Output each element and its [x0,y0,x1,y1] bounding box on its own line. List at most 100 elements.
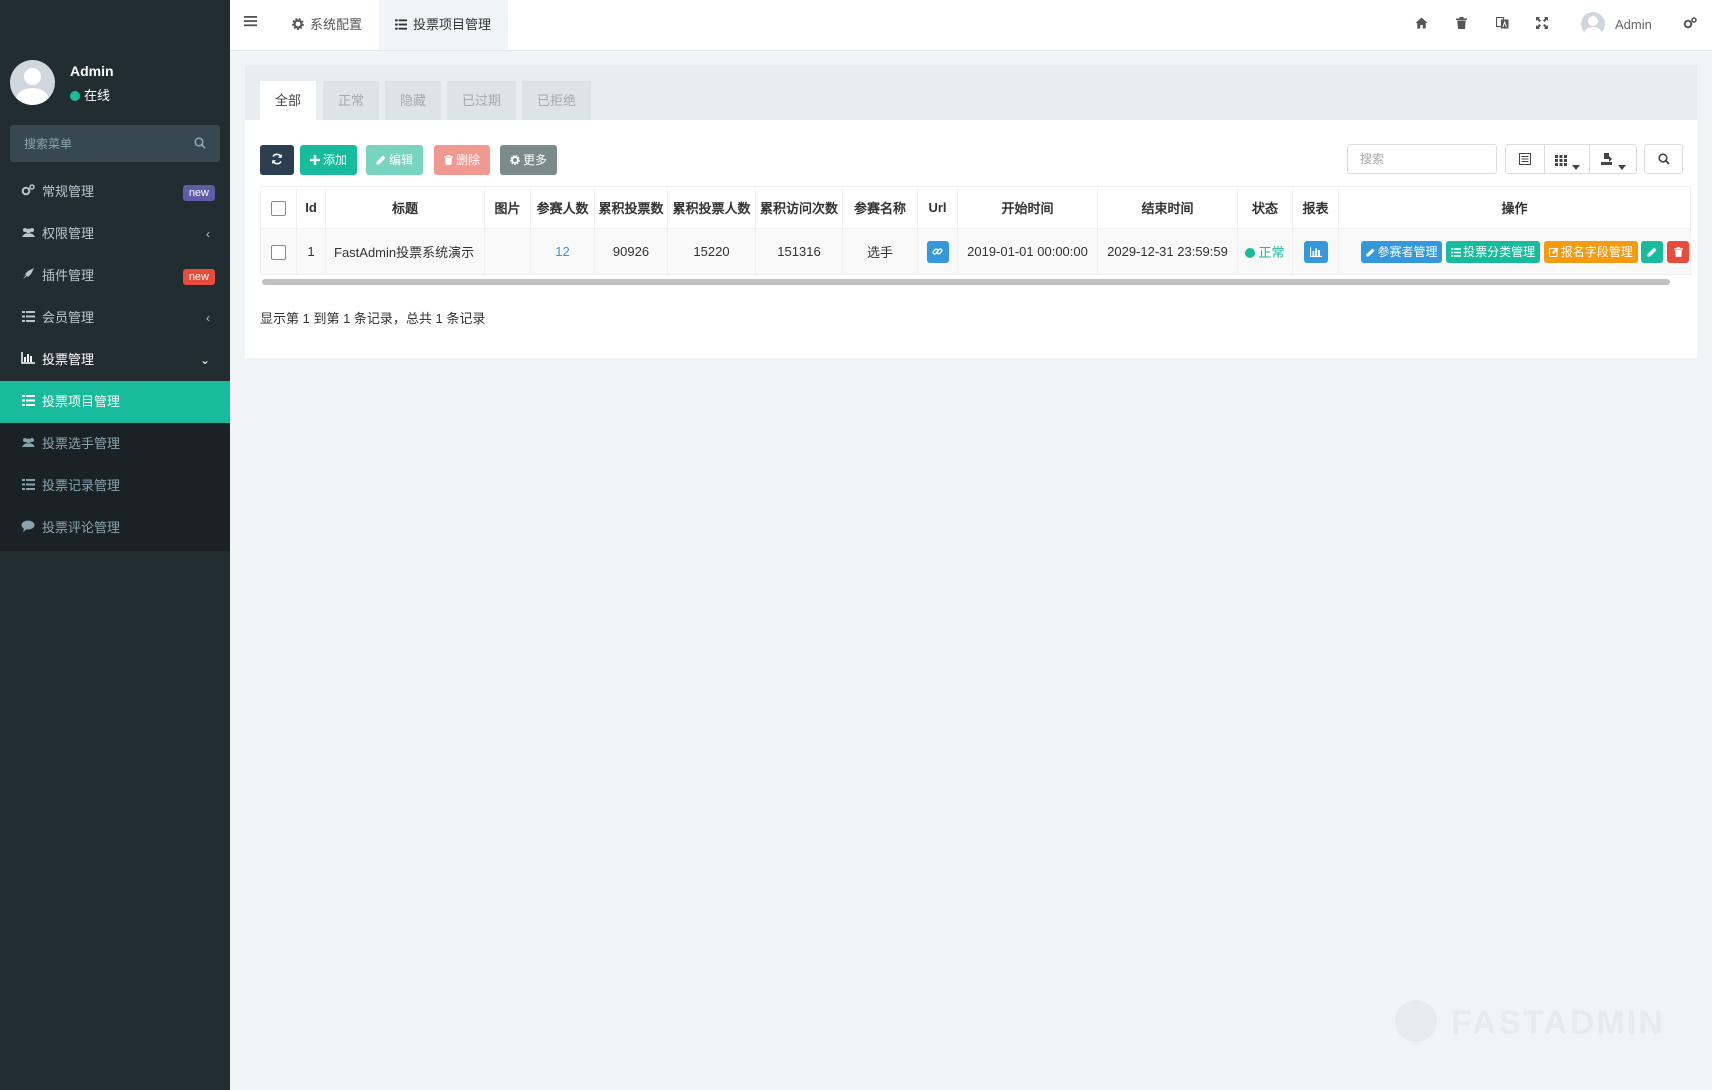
participants-manage-button[interactable]: 参赛者管理 [1361,240,1443,263]
filter-tab-hidden[interactable]: 隐藏 [385,81,442,120]
column-header[interactable]: 结束时间 [1097,186,1238,229]
filter-tab-rejected[interactable]: 已拒绝 [522,81,592,120]
table-horizontal-scrollbar[interactable] [262,279,1670,285]
sidebar-item-members[interactable]: 会员管理 ‹ [0,297,230,339]
caret-down-icon [1618,158,1626,173]
link-icon [932,245,943,259]
url-link-button[interactable] [926,240,949,263]
toggle-view-button[interactable] [1505,144,1545,174]
column-header[interactable]: 图片 [484,186,531,229]
column-header[interactable]: 开始时间 [957,186,1098,229]
filter-tab-all[interactable]: 全部 [260,81,317,120]
column-header[interactable]: Url [917,186,958,229]
rocket-icon [20,255,36,297]
new-badge: new [182,269,215,285]
column-header[interactable]: 状态 [1237,186,1293,229]
row-checkbox[interactable] [271,244,286,260]
list-icon [395,1,407,51]
language-icon[interactable] [1495,16,1509,32]
bar-chart-icon [20,339,36,381]
users-icon [20,213,36,255]
column-header[interactable]: 标题 [325,186,485,229]
edit-button[interactable]: 编辑 [366,145,424,175]
fullscreen-icon[interactable] [1536,17,1548,32]
filter-tabs: 全部 正常 隐藏 已过期 已拒绝 [245,65,1697,120]
trash-icon[interactable] [1456,17,1467,32]
signup-field-manage-button[interactable]: 报名字段管理 [1543,240,1638,263]
sidebar-item-vote-project[interactable]: 投票项目管理 [0,381,230,423]
list-icon [20,381,36,423]
cell-voters: 15220 [667,228,756,275]
row-edit-button[interactable] [1641,240,1664,263]
home-icon[interactable] [1415,17,1428,32]
sidebar-item-vote[interactable]: 投票管理 ⌄ [0,339,230,381]
bar-chart-icon [1309,245,1322,259]
sidebar-item-vote-record[interactable]: 投票记录管理 [0,465,230,507]
tab-system-config[interactable]: 系统配置 [292,0,385,50]
tab-vote-project[interactable]: 投票项目管理 [379,0,508,50]
pencil-icon [1366,245,1377,259]
list-icon [20,465,36,507]
advanced-search-button[interactable] [1644,144,1683,174]
top-user-menu[interactable]: Admin [1581,0,1652,50]
chevron-down-icon: ⌄ [199,353,210,367]
sidebar: Admin 在线 常规管理 new 权限管理 ‹ 插件管理 new 会员管理 ‹ [0,0,230,1090]
search-icon [1658,153,1670,168]
pencil-icon [1647,245,1657,259]
sidebar-item-addons[interactable]: 插件管理 new [0,255,230,297]
data-table: Id 标题 图片 参赛人数 累积投票数 累积投票人数 累积访问次数 参赛名称 U… [260,186,1691,275]
caret-down-icon [1572,158,1580,173]
delete-button[interactable]: 删除 [434,145,491,175]
user-name: Admin [70,63,114,79]
export-dropdown-button[interactable] [1589,144,1637,174]
filter-tab-normal[interactable]: 正常 [323,81,380,120]
report-button[interactable] [1303,240,1328,263]
pagination-info: 显示第 1 到第 1 条记录，总共 1 条记录 [260,311,486,326]
export-icon [1601,153,1614,168]
content-panel: 全部 正常 隐藏 已过期 已拒绝 添加 编辑 删除 更多 搜索 Id 标题 图片… [245,65,1697,358]
select-all-checkbox[interactable] [271,200,286,216]
search-icon[interactable] [194,137,206,152]
menu-toggle-icon[interactable] [244,15,257,30]
chevron-left-icon: ‹ [206,227,210,241]
user-panel: Admin 在线 [0,55,230,115]
cell-start-time: 2019-01-01 00:00:00 [957,228,1098,275]
column-header[interactable]: 参赛人数 [530,186,595,229]
column-header[interactable]: 报表 [1292,186,1339,229]
columns-dropdown-button[interactable] [1544,144,1590,174]
cell-end-time: 2029-12-31 23:59:59 [1097,228,1238,275]
column-header[interactable]: 操作 [1338,186,1691,229]
comment-icon [20,507,36,549]
add-button[interactable]: 添加 [300,145,358,175]
column-header[interactable]: 累积投票数 [594,186,668,229]
refresh-button[interactable] [260,145,294,175]
column-header[interactable]: 累积访问次数 [755,186,843,229]
row-delete-button[interactable] [1667,240,1689,263]
settings-icon[interactable] [1683,17,1697,32]
sidebar-item-general[interactable]: 常规管理 new [0,171,230,213]
cell-image [484,228,531,275]
cell-url [917,228,958,275]
cell-players-link[interactable]: 12 [530,228,595,275]
fastadmin-logo-icon [1395,1000,1437,1042]
status-badge: 正常 [1258,245,1285,260]
users-icon [20,423,36,465]
category-manage-button[interactable]: 投票分类管理 [1446,240,1541,263]
sidebar-item-auth[interactable]: 权限管理 ‹ [0,213,230,255]
table-search-input[interactable] [1347,144,1497,174]
table-row[interactable]: 1 FastAdmin投票系统演示 12 90926 15220 151316 … [260,228,1691,275]
filter-tab-expired[interactable]: 已过期 [447,81,517,120]
cell-votes: 90926 [594,228,668,275]
status-dot-icon [1245,248,1256,258]
sidebar-item-vote-comment[interactable]: 投票评论管理 [0,507,230,549]
avatar [1581,12,1605,36]
column-header[interactable]: 参赛名称 [842,186,918,229]
sidebar-search [10,125,220,162]
cell-actions: 参赛者管理 投票分类管理 报名字段管理 [1338,228,1691,275]
sidebar-search-input[interactable] [10,125,194,162]
column-header[interactable]: Id [296,186,326,229]
column-header[interactable]: 累积投票人数 [667,186,756,229]
cell-id: 1 [296,228,326,275]
sidebar-item-vote-player[interactable]: 投票选手管理 [0,423,230,465]
more-button[interactable]: 更多 [500,145,558,175]
